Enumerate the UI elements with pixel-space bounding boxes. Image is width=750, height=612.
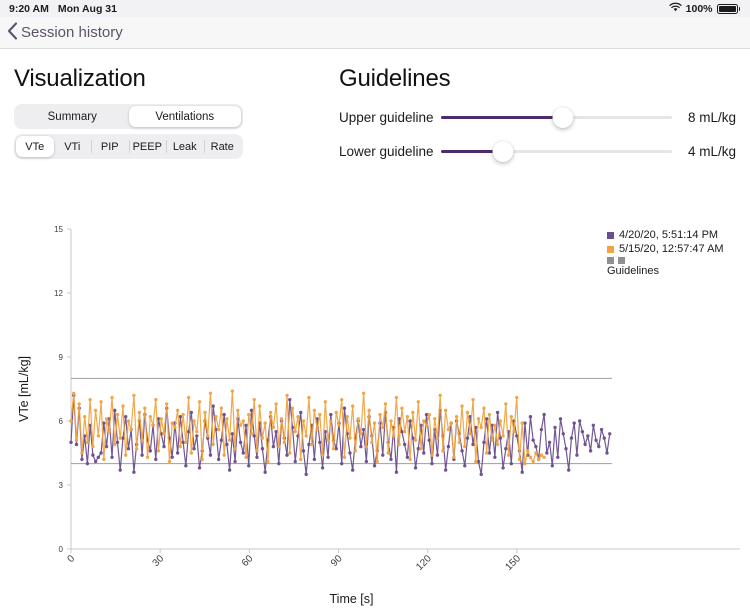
status-bar: 9:20 AM Mon Aug 31 100%: [0, 0, 750, 17]
lower-guideline-label: Lower guideline: [339, 144, 434, 159]
slider-knob[interactable]: [492, 141, 514, 162]
tab-peep[interactable]: PEEP: [128, 136, 167, 157]
metric-tab-group: VTe VTi PIP PEEP Leak Rate: [14, 134, 243, 159]
svg-text:6: 6: [59, 417, 64, 426]
tab-leak[interactable]: Leak: [166, 136, 204, 157]
svg-text:12: 12: [54, 289, 63, 298]
navigation-bar: Session history: [0, 17, 750, 49]
svg-text:Time [s]: Time [s]: [330, 592, 374, 606]
upper-guideline-value: 8 mL/kg: [687, 110, 736, 125]
svg-text:15: 15: [54, 225, 63, 234]
slider-track-fill: [441, 116, 564, 119]
svg-text:0: 0: [59, 545, 64, 554]
back-button[interactable]: Session history: [7, 21, 123, 44]
guidelines-panel: Guidelines Upper guideline 8 mL/kg Lower…: [339, 65, 736, 172]
battery-full-icon: [716, 3, 740, 14]
battery-percent-label: 100%: [685, 2, 713, 15]
status-bar-date: Mon Aug 31: [57, 2, 117, 15]
legend-swatch: [607, 232, 614, 240]
svg-text:3: 3: [59, 481, 64, 490]
legend-item-session-2[interactable]: 5/15/20, 12:57:47 AM: [607, 243, 724, 257]
tab-ventilations[interactable]: Ventilations: [128, 106, 241, 127]
legend-swatch: [618, 257, 625, 264]
upper-guideline-row: Upper guideline 8 mL/kg: [339, 104, 736, 131]
svg-text:90: 90: [329, 553, 345, 569]
legend-guideline-swatches: [607, 257, 724, 264]
svg-text:30: 30: [151, 553, 167, 569]
svg-text:9: 9: [59, 353, 64, 362]
upper-guideline-label: Upper guideline: [339, 110, 434, 125]
tab-summary[interactable]: Summary: [16, 106, 129, 127]
back-button-label: Session history: [21, 24, 123, 41]
chart-legend: 4/20/20, 5:51:14 PM 5/15/20, 12:57:47 AM…: [607, 229, 724, 279]
svg-text:VTe [mL/kg]: VTe [mL/kg]: [17, 356, 31, 422]
lower-guideline-row: Lower guideline 4 mL/kg: [339, 138, 736, 165]
tab-vti[interactable]: VTi: [54, 136, 92, 157]
upper-guideline-slider[interactable]: [441, 107, 672, 129]
legend-swatch: [607, 257, 614, 264]
svg-text:0: 0: [65, 553, 77, 565]
wifi-icon: [668, 2, 682, 15]
legend-guidelines-label: Guidelines: [607, 265, 659, 277]
lower-guideline-value: 4 mL/kg: [687, 144, 736, 159]
visualization-title: Visualization: [14, 65, 146, 92]
slider-knob[interactable]: [552, 107, 574, 128]
chevron-left-icon: [7, 21, 18, 44]
legend-item-session-1[interactable]: 4/20/20, 5:51:14 PM: [607, 229, 724, 243]
legend-swatch: [607, 245, 614, 253]
tab-vte[interactable]: VTe: [16, 136, 54, 157]
svg-text:60: 60: [240, 553, 256, 569]
legend-label: 4/20/20, 5:51:14 PM: [619, 229, 719, 241]
legend-label: 5/15/20, 12:57:47 AM: [619, 242, 724, 255]
view-tab-group: Summary Ventilations: [14, 104, 243, 129]
visualization-panel: Visualization Summary Ventilations VTe V…: [14, 65, 314, 159]
lower-guideline-slider[interactable]: [441, 141, 672, 163]
tab-pip[interactable]: PIP: [91, 136, 129, 157]
guidelines-title: Guidelines: [339, 65, 451, 92]
status-bar-time: 9:20 AM: [9, 2, 49, 15]
tab-rate[interactable]: Rate: [203, 136, 242, 157]
